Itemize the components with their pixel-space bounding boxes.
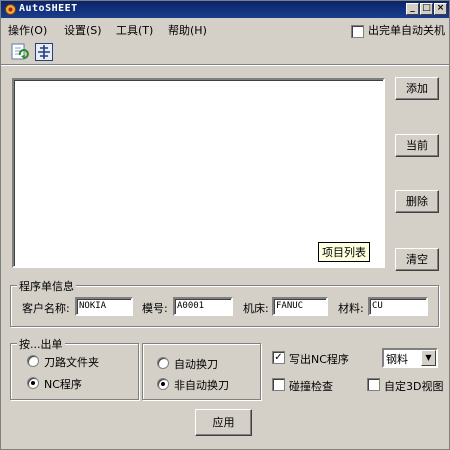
write-nc-checkbox[interactable]: ✓	[272, 351, 285, 364]
custom3d-checkbox[interactable]	[367, 378, 380, 391]
project-list[interactable]: 项目列表	[12, 78, 385, 268]
minimize-button[interactable]: _	[406, 3, 419, 15]
toolchange-group: 自动换刀 非自动换刀	[142, 343, 261, 400]
material-type-select[interactable]: 钢料 ▼	[382, 348, 438, 368]
mold-label: 模号:	[142, 302, 168, 315]
material-label: 材料:	[338, 302, 364, 315]
project-list-tag: 项目列表	[318, 242, 370, 262]
output-by-legend: 按...出单	[17, 336, 65, 352]
collision-label: 碰撞检查	[289, 380, 333, 393]
manual-toolchange-label: 非自动换刀	[174, 379, 229, 392]
machine-label: 机床:	[243, 302, 269, 315]
folder-radio-label: 刀路文件夹	[44, 356, 99, 369]
output-by-group: 按...出单 刀路文件夹 NC程序	[10, 336, 139, 400]
settings-icon[interactable]	[34, 42, 54, 62]
delete-button[interactable]: 删除	[395, 190, 439, 213]
auto-toolchange-label: 自动换刀	[174, 358, 218, 371]
close-button[interactable]: ×	[434, 3, 447, 15]
customer-label: 客户名称:	[22, 302, 70, 315]
material-field[interactable]: CU	[368, 297, 428, 316]
menu-tools[interactable]: 工具(T)	[116, 22, 153, 38]
nc-program-radio[interactable]	[27, 377, 39, 389]
nc-program-radio-label: NC程序	[44, 378, 82, 391]
autoshut-option[interactable]: 出完单自动关机	[351, 22, 445, 38]
clear-button[interactable]: 清空	[395, 248, 439, 271]
program-info-legend: 程序单信息	[17, 278, 76, 294]
menu-bar: 操作(O) 设置(S) 工具(T) 帮助(H) 出完单自动关机	[1, 19, 449, 38]
title-bar[interactable]: AutoSHEET _ □ ×	[1, 1, 449, 18]
chevron-down-icon[interactable]: ▼	[421, 350, 436, 366]
auto-toolchange-radio[interactable]	[157, 357, 169, 369]
toolbar	[1, 39, 449, 65]
customer-field[interactable]: NOKIA	[75, 297, 133, 316]
window-title: AutoSHEET	[19, 3, 78, 14]
mold-field[interactable]: A0001	[173, 297, 233, 316]
collision-checkbox[interactable]	[272, 378, 285, 391]
program-info-group: 程序单信息 客户名称: NOKIA 模号: A0001 机床: FANUC 材料…	[10, 278, 439, 327]
add-button[interactable]: 添加	[395, 77, 439, 100]
folder-radio[interactable]	[27, 355, 39, 367]
custom3d-label: 自定3D视图	[384, 380, 444, 393]
autoshut-checkbox[interactable]	[351, 24, 364, 38]
refresh-icon[interactable]	[9, 42, 29, 62]
maximize-button[interactable]: □	[420, 3, 433, 15]
apply-button[interactable]: 应用	[195, 409, 252, 436]
manual-toolchange-radio[interactable]	[157, 378, 169, 390]
app-logo-icon	[5, 4, 16, 15]
current-button[interactable]: 当前	[395, 134, 439, 157]
material-type-value: 钢料	[386, 353, 408, 366]
menu-help[interactable]: 帮助(H)	[168, 22, 207, 38]
toolbar-separator	[1, 64, 449, 66]
write-nc-label: 写出NC程序	[289, 353, 349, 366]
menu-settings[interactable]: 设置(S)	[64, 22, 102, 38]
machine-field[interactable]: FANUC	[272, 297, 328, 316]
menu-operation[interactable]: 操作(O)	[8, 22, 47, 38]
autoshut-label: 出完单自动关机	[368, 24, 445, 37]
app-window: AutoSHEET _ □ × 操作(O) 设置(S) 工具(T) 帮助(H) …	[0, 0, 450, 450]
